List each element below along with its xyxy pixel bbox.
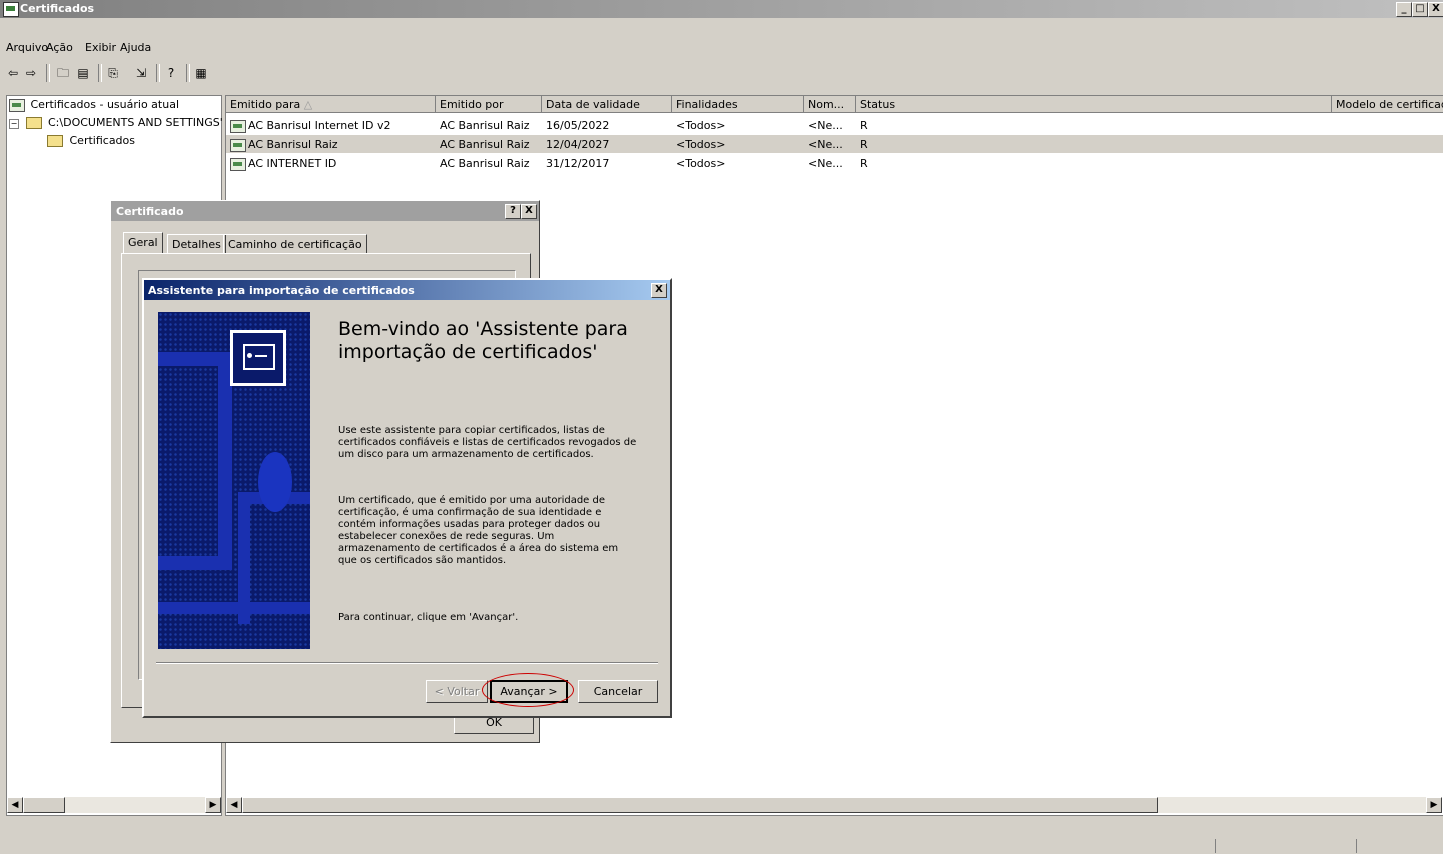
close-button[interactable]: X	[1428, 2, 1443, 17]
certificate-icon	[230, 157, 246, 171]
window-title: Certificados	[20, 2, 95, 15]
back-button[interactable]: < Voltar	[426, 680, 488, 703]
wizard-paragraph-1: Use este assistente para copiar certific…	[338, 425, 637, 460]
menu-ajuda[interactable]: Ajuda	[120, 41, 151, 54]
toolbar: ⇦ ⇨ 🗀 ▤ ⎘ ⇲ ? ▦	[0, 62, 1443, 84]
help-icon[interactable]: ?	[162, 64, 180, 82]
tree-hscrollbar[interactable]: ◀ ▶	[7, 797, 221, 813]
cell-nome: <Ne...	[808, 119, 843, 132]
menu-bar: Arquivo Ação Exibir Ajuda	[0, 38, 1443, 58]
tree-root-label: Certificados - usuário atual	[30, 98, 180, 111]
cell-emitido-para: AC Banrisul Internet ID v2	[248, 119, 391, 132]
certificate-dialog-title: Certificado	[116, 205, 184, 218]
cancel-button[interactable]: Cancelar	[578, 680, 658, 703]
table-row[interactable]: AC Banrisul Internet ID v2 AC Banrisul R…	[226, 116, 1443, 134]
menu-arquivo[interactable]: Arquivo	[6, 41, 48, 54]
column-emitido-para[interactable]: Emitido para △	[226, 96, 436, 113]
tree-node-certificados-label: Certificados	[69, 134, 136, 147]
tab-detalhes[interactable]: Detalhes	[167, 234, 226, 254]
tab-geral[interactable]: Geral	[123, 232, 163, 254]
wizard-close-button[interactable]: X	[651, 283, 667, 298]
cell-emitido-por: AC Banrisul Raiz	[440, 157, 530, 170]
scroll-right-icon[interactable]: ▶	[205, 797, 221, 813]
cell-validade: 31/12/2017	[546, 157, 610, 170]
help-button[interactable]: ?	[505, 204, 521, 219]
menu-exibir[interactable]: Exibir	[85, 41, 116, 54]
wizard-heading: Bem-vindo ao 'Assistente para importação…	[338, 318, 628, 363]
cell-emitido-por: AC Banrisul Raiz	[440, 119, 530, 132]
show-tree-icon[interactable]: ▤	[74, 64, 92, 82]
cell-status: R	[860, 119, 868, 132]
column-status[interactable]: Status	[856, 96, 1332, 113]
scroll-left-icon[interactable]: ◀	[226, 797, 242, 813]
forward-icon[interactable]: ⇨	[22, 64, 40, 82]
cell-status: R	[860, 138, 868, 151]
column-data-validade[interactable]: Data de validade	[542, 96, 672, 113]
wizard-separator	[156, 662, 658, 664]
tree-node-certificados[interactable]: Certificados	[47, 134, 135, 147]
list-hscrollbar[interactable]: ◀ ▶	[226, 797, 1442, 813]
maximize-button[interactable]: □	[1412, 2, 1428, 17]
cell-emitido-para: AC INTERNET ID	[248, 157, 337, 170]
export-icon[interactable]: ⇲	[132, 64, 150, 82]
certificate-dialog-title-bar: Certificado ? X	[111, 201, 539, 221]
folder-icon	[25, 117, 42, 129]
cell-status: R	[860, 157, 868, 170]
cell-validade: 16/05/2022	[546, 119, 610, 132]
column-finalidades[interactable]: Finalidades	[672, 96, 804, 113]
highlight-ellipse	[482, 673, 574, 707]
properties-icon[interactable]: ▦	[192, 64, 210, 82]
wizard-title-bar: Assistente para importação de certificad…	[144, 280, 670, 300]
tree-node-documents-label: C:\DOCUMENTS AND SETTINGS'	[48, 116, 223, 129]
certificate-wizard-icon	[230, 330, 286, 386]
back-icon[interactable]: ⇦	[4, 64, 22, 82]
status-bar	[0, 838, 1443, 854]
window-title-bar: Certificados _ □ X	[0, 0, 1443, 18]
tree-node-documents[interactable]: − C:\DOCUMENTS AND SETTINGS'	[9, 116, 223, 129]
scroll-thumb[interactable]	[242, 797, 1158, 813]
cell-finalidades: <Todos>	[676, 119, 726, 132]
wizard-banner-image	[158, 312, 310, 649]
scroll-thumb[interactable]	[23, 797, 65, 813]
collapse-icon[interactable]: −	[9, 119, 19, 129]
cell-finalidades: <Todos>	[676, 138, 726, 151]
cell-emitido-por: AC Banrisul Raiz	[440, 138, 530, 151]
scroll-right-icon[interactable]: ▶	[1426, 797, 1442, 813]
wizard-paragraph-2: Um certificado, que é emitido por uma au…	[338, 495, 619, 566]
cell-validade: 12/04/2027	[546, 138, 610, 151]
wizard-title: Assistente para importação de certificad…	[148, 284, 415, 297]
certificates-app-icon	[3, 2, 19, 17]
cell-finalidades: <Todos>	[676, 157, 726, 170]
column-modelo[interactable]: Modelo de certificado	[1332, 96, 1443, 113]
open-folder-icon	[47, 135, 63, 147]
certificate-icon	[230, 119, 246, 133]
close-button[interactable]: X	[521, 204, 537, 219]
certificate-store-icon	[9, 98, 25, 112]
minimize-button[interactable]: _	[1396, 2, 1412, 17]
copy-icon[interactable]: ⎘	[104, 64, 122, 82]
certificate-icon	[230, 138, 246, 152]
wizard-paragraph-3: Para continuar, clique em 'Avançar'.	[338, 612, 519, 623]
table-row[interactable]: AC Banrisul Raiz AC Banrisul Raiz 12/04/…	[226, 135, 1443, 153]
up-folder-icon[interactable]: 🗀	[54, 64, 72, 82]
tab-caminho[interactable]: Caminho de certificação	[223, 234, 367, 254]
cell-emitido-para: AC Banrisul Raiz	[248, 138, 338, 151]
cell-nome: <Ne...	[808, 157, 843, 170]
column-nome[interactable]: Nom...	[804, 96, 856, 113]
scroll-left-icon[interactable]: ◀	[7, 797, 23, 813]
cell-nome: <Ne...	[808, 138, 843, 151]
import-wizard-dialog: Assistente para importação de certificad…	[142, 278, 672, 718]
menu-acao[interactable]: Ação	[46, 41, 73, 54]
column-emitido-por[interactable]: Emitido por	[436, 96, 542, 113]
table-row[interactable]: AC INTERNET ID AC Banrisul Raiz 31/12/20…	[226, 154, 1443, 172]
tree-root[interactable]: Certificados - usuário atual	[9, 98, 179, 112]
